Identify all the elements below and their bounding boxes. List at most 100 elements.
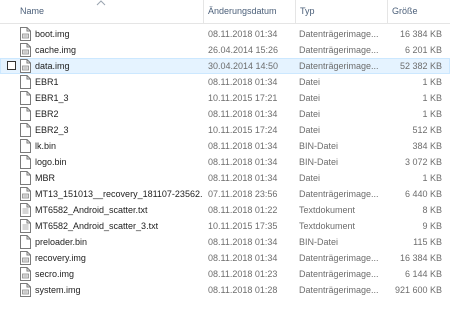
file-row[interactable]: EBR1 08.11.2018 01:34 Datei 1 KB bbox=[0, 74, 450, 90]
file-row[interactable]: MT13_151013__recovery_181107-23562... 07.… bbox=[0, 186, 450, 202]
file-row[interactable]: lk.bin 08.11.2018 01:34 BIN-Datei 384 KB bbox=[0, 138, 450, 154]
file-name: data.img bbox=[35, 61, 70, 71]
file-icon bbox=[20, 75, 31, 89]
file-type: Textdokument bbox=[299, 205, 356, 215]
disk-image-icon bbox=[20, 267, 31, 281]
file-date: 08.11.2018 01:34 bbox=[208, 77, 278, 87]
file-icon bbox=[20, 235, 31, 249]
file-date: 08.11.2018 01:23 bbox=[208, 269, 278, 279]
file-row[interactable]: EBR2_3 10.11.2015 17:24 Datei 512 KB bbox=[0, 122, 450, 138]
file-name: secro.img bbox=[35, 269, 75, 279]
file-name: recovery.img bbox=[35, 253, 86, 263]
file-date: 08.11.2018 01:22 bbox=[208, 205, 278, 215]
file-size: 1 KB bbox=[422, 173, 442, 183]
file-date: 08.11.2018 01:34 bbox=[208, 237, 278, 247]
file-size: 9 KB bbox=[422, 221, 442, 231]
file-row[interactable]: secro.img 08.11.2018 01:23 Datenträgerimag… bbox=[0, 266, 450, 282]
file-icon bbox=[20, 139, 31, 153]
file-name: cache.img bbox=[35, 45, 77, 55]
file-type: BIN-Datei bbox=[299, 157, 339, 167]
disk-image-icon bbox=[20, 59, 31, 73]
file-row[interactable]: cache.img 26.04.2014 15:26 Datenträgerimag… bbox=[0, 42, 450, 58]
file-type: Datei bbox=[299, 125, 321, 135]
file-size: 6 144 KB bbox=[404, 269, 442, 279]
column-header-name[interactable]: Name bbox=[16, 0, 202, 23]
file-name: EBR2_3 bbox=[35, 125, 69, 135]
file-size: 16 384 KB bbox=[399, 253, 442, 263]
file-date: 10.11.2015 17:21 bbox=[208, 93, 278, 103]
file-row[interactable]: MBR 08.11.2018 01:34 Datei 1 KB bbox=[0, 170, 450, 186]
file-name: logo.bin bbox=[35, 157, 67, 167]
file-type: Datei bbox=[299, 77, 321, 87]
file-type: Datenträgerimage... bbox=[299, 45, 379, 55]
file-date: 08.11.2018 01:34 bbox=[208, 173, 278, 183]
file-name: EBR1 bbox=[35, 77, 59, 87]
column-header-date[interactable]: Änderungsdatum bbox=[203, 0, 295, 23]
file-type: Datenträgerimage... bbox=[299, 253, 379, 263]
column-header-type-label: Typ bbox=[300, 6, 315, 16]
file-size: 52 382 KB bbox=[399, 61, 442, 71]
file-date: 08.11.2018 01:34 bbox=[208, 157, 278, 167]
file-date: 30.04.2014 14:50 bbox=[208, 61, 279, 71]
file-type: Datenträgerimage... bbox=[299, 269, 379, 279]
file-row[interactable]: MT6582_Android_scatter.txt 08.11.2018 01:… bbox=[0, 202, 450, 218]
file-date: 08.11.2018 01:28 bbox=[208, 285, 278, 295]
column-header-size[interactable]: Größe bbox=[387, 0, 450, 23]
file-name: system.img bbox=[35, 285, 81, 295]
file-row[interactable]: boot.img 08.11.2018 01:34 Datenträgerimage… bbox=[0, 26, 450, 42]
file-name: EBR1_3 bbox=[35, 93, 69, 103]
file-name: preloader.bin bbox=[35, 237, 88, 247]
file-row[interactable]: MT6582_Android_scatter_3.txt 10.11.2015 1… bbox=[0, 218, 450, 234]
file-name: MBR bbox=[35, 173, 55, 183]
file-row[interactable]: recovery.img 08.11.2018 01:34 Datenträgeri… bbox=[0, 250, 450, 266]
file-row[interactable]: EBR2 08.11.2018 01:34 Datei 1 KB bbox=[0, 106, 450, 122]
file-size: 512 KB bbox=[412, 125, 442, 135]
file-name: MT13_151013__recovery_181107-23562... bbox=[35, 189, 203, 199]
file-name: lk.bin bbox=[35, 141, 57, 151]
file-icon bbox=[20, 171, 31, 185]
file-row[interactable]: logo.bin 08.11.2018 01:34 BIN-Datei 3 072 K… bbox=[0, 154, 450, 170]
file-date: 08.11.2018 01:34 bbox=[208, 141, 278, 151]
file-type: Textdokument bbox=[299, 221, 356, 231]
disk-image-icon bbox=[20, 43, 31, 57]
file-date: 08.11.2018 01:34 bbox=[208, 109, 278, 119]
sort-ascending-icon bbox=[96, 0, 106, 6]
file-row[interactable]: EBR1_3 10.11.2015 17:21 Datei 1 KB bbox=[0, 90, 450, 106]
column-header-bar: Name Änderungsdatum Typ Größe bbox=[0, 0, 450, 24]
file-date: 08.11.2018 01:34 bbox=[208, 253, 278, 263]
file-size: 16 384 KB bbox=[399, 29, 442, 39]
file-size: 6 201 KB bbox=[404, 45, 442, 55]
file-size: 1 KB bbox=[422, 93, 442, 103]
file-name: MT6582_Android_scatter.txt bbox=[35, 205, 148, 215]
column-header-name-label: Name bbox=[20, 6, 45, 16]
file-type: Datei bbox=[299, 173, 321, 183]
disk-image-icon bbox=[20, 27, 31, 41]
disk-image-icon bbox=[20, 251, 31, 265]
file-size: 3 072 KB bbox=[404, 157, 442, 167]
file-icon bbox=[20, 91, 31, 105]
file-size: 8 KB bbox=[422, 205, 442, 215]
column-header-type[interactable]: Typ bbox=[295, 0, 387, 23]
file-row[interactable]: preloader.bin 08.11.2018 01:34 BIN-Datei 11… bbox=[0, 234, 450, 250]
disk-image-icon bbox=[20, 187, 31, 201]
file-type: Datenträgerimage... bbox=[299, 61, 379, 71]
file-row[interactable]: system.img 08.11.2018 01:28 Datenträgerima… bbox=[0, 282, 450, 298]
row-checkbox[interactable] bbox=[7, 61, 16, 70]
text-document-icon bbox=[20, 219, 31, 233]
file-size: 115 KB bbox=[413, 237, 442, 247]
file-date: 10.11.2015 17:35 bbox=[208, 221, 278, 231]
text-document-icon bbox=[20, 203, 31, 217]
file-type: Datenträgerimage... bbox=[299, 285, 379, 295]
file-type: BIN-Datei bbox=[299, 237, 339, 247]
file-type: Datei bbox=[299, 109, 321, 119]
file-date: 08.11.2018 01:34 bbox=[208, 29, 278, 39]
file-date: 07.11.2018 23:56 bbox=[208, 189, 278, 199]
file-row[interactable]: data.img 30.04.2014 14:50 Datenträgerimage… bbox=[0, 58, 450, 74]
file-size: 384 KB bbox=[412, 141, 442, 151]
file-name: EBR2 bbox=[35, 109, 59, 119]
file-size: 6 440 KB bbox=[404, 189, 442, 199]
file-name: MT6582_Android_scatter_3.txt bbox=[35, 221, 159, 231]
file-type: Datei bbox=[299, 93, 321, 103]
file-size: 1 KB bbox=[422, 77, 442, 87]
file-icon bbox=[20, 107, 31, 121]
